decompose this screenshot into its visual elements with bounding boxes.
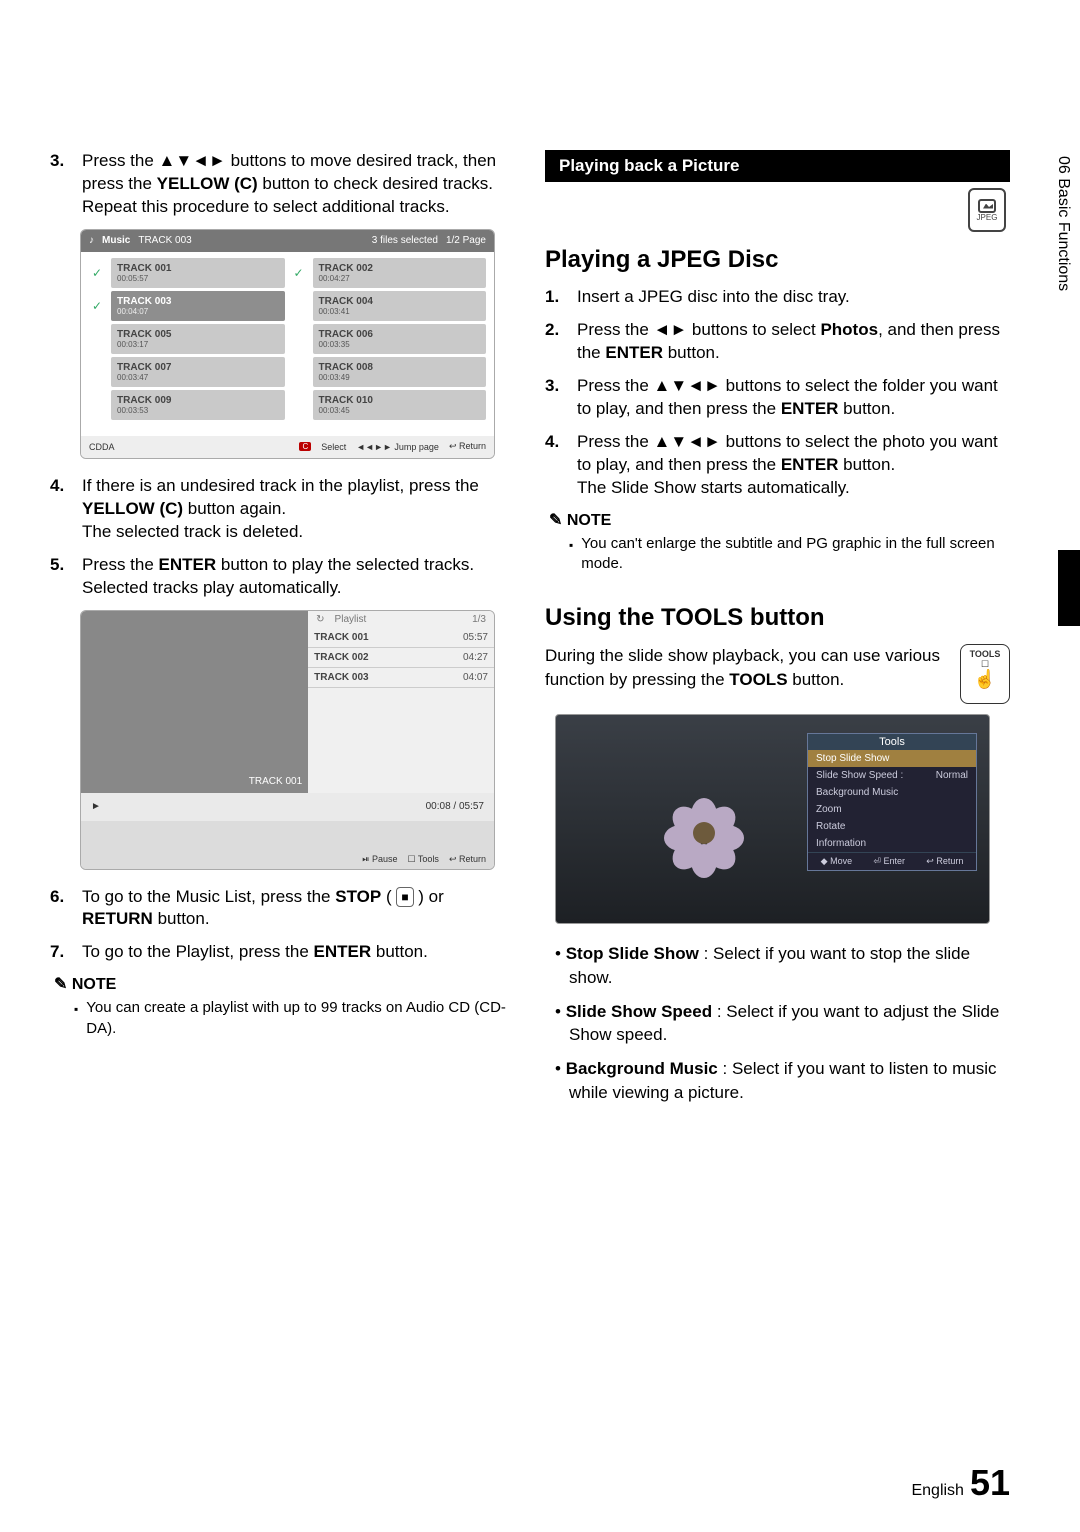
tools-menu-screenshot: Tools Stop Slide Show Slide Show Speed :… bbox=[555, 714, 990, 924]
track-row: TRACK 00500:03:17 bbox=[111, 324, 285, 354]
jpeg-step-3: 3.Press the ▲▼◄► buttons to select the f… bbox=[545, 375, 1010, 421]
playlist-label: Playlist bbox=[335, 614, 367, 625]
track-row: TRACK 00400:03:41 bbox=[313, 291, 487, 321]
note-heading: NOTE bbox=[54, 974, 515, 994]
step-num: 3. bbox=[50, 150, 74, 219]
step-3: 3. Press the ▲▼◄► buttons to move desire… bbox=[50, 150, 515, 219]
playlist-row: TRACK 00304:07 bbox=[308, 668, 494, 688]
disc-type: CDDA bbox=[89, 442, 115, 452]
tools-menu-item: Zoom bbox=[808, 801, 976, 818]
check-icon: ✓ bbox=[89, 258, 105, 288]
tools-popup: Tools Stop Slide Show Slide Show Speed :… bbox=[807, 733, 977, 871]
heading-jpeg: Playing a JPEG Disc bbox=[545, 246, 1010, 274]
dir-arrows-icon: ▲▼◄► bbox=[159, 151, 226, 170]
side-tab: 06 Basic Functions bbox=[1046, 150, 1080, 410]
return-hint: ↩ Return bbox=[449, 854, 486, 865]
check-icon: ✓ bbox=[89, 291, 105, 321]
step-4: 4. If there is an undesired track in the… bbox=[50, 475, 515, 544]
music-list-screenshot: ♪ Music TRACK 003 3 files selected 1/2 P… bbox=[80, 229, 495, 459]
step-6: 6. To go to the Music List, press the ST… bbox=[50, 886, 515, 932]
move-hint: ◆ Move bbox=[821, 856, 852, 867]
return-hint: ↩ Return bbox=[926, 856, 963, 867]
now-playing-label: TRACK 001 bbox=[87, 776, 302, 787]
bullet-item: Background Music : Select if you want to… bbox=[555, 1057, 1010, 1105]
page-indicator: 1/2 Page bbox=[446, 235, 486, 246]
note-item: You can't enlarge the subtitle and PG gr… bbox=[569, 534, 1010, 575]
track-row: TRACK 00800:03:49 bbox=[313, 357, 487, 387]
current-track: TRACK 003 bbox=[138, 235, 191, 246]
page-footer: English51 bbox=[911, 1462, 1010, 1504]
stop-icon: ■ bbox=[396, 887, 413, 907]
dir-arrows-icon: ▲▼◄► bbox=[654, 432, 721, 451]
jpeg-step-1: 1.Insert a JPEG disc into the disc tray. bbox=[545, 286, 1010, 309]
playlist-row: TRACK 00204:27 bbox=[308, 648, 494, 668]
track-row: TRACK 00100:05:57 bbox=[111, 258, 285, 288]
files-selected: 3 files selected bbox=[372, 235, 438, 246]
track-row: TRACK 00600:03:35 bbox=[313, 324, 487, 354]
music-label: Music bbox=[102, 235, 130, 246]
heading-tools: Using the TOOLS button bbox=[545, 604, 1010, 632]
tools-menu-item: Slide Show Speed :Normal bbox=[808, 767, 976, 784]
page-number: 51 bbox=[970, 1462, 1010, 1503]
bullet-item: Slide Show Speed : Select if you want to… bbox=[555, 1000, 1010, 1048]
tools-menu-item: Background Music bbox=[808, 784, 976, 801]
tools-popup-title: Tools bbox=[808, 734, 976, 750]
time-indicator: 00:08 / 05:57 bbox=[426, 801, 484, 812]
tools-menu-item: Information bbox=[808, 835, 976, 852]
section-banner: Playing back a Picture bbox=[545, 150, 1010, 182]
jpeg-disc-icon: JPEG bbox=[968, 188, 1006, 232]
note-item: You can create a playlist with up to 99 … bbox=[74, 998, 515, 1039]
note-heading: NOTE bbox=[549, 510, 1010, 530]
play-icon: ► bbox=[91, 801, 101, 812]
tools-paragraph: During the slide show playback, you can … bbox=[545, 644, 1010, 692]
tools-menu-item: Rotate bbox=[808, 818, 976, 835]
left-column: 3. Press the ▲▼◄► buttons to move desire… bbox=[50, 150, 515, 1115]
playlist-row: TRACK 00105:57 bbox=[308, 628, 494, 648]
return-hint: ↩ Return bbox=[449, 441, 486, 452]
c-button-icon: C bbox=[299, 442, 311, 451]
tools-menu-item: Stop Slide Show bbox=[808, 750, 976, 767]
dir-arrows-icon: ▲▼◄► bbox=[654, 376, 721, 395]
track-row: TRACK 01000:03:45 bbox=[313, 390, 487, 420]
side-bump bbox=[1058, 550, 1080, 626]
step-5: 5. Press the ENTER button to play the se… bbox=[50, 554, 515, 600]
repeat-icon: ↻ bbox=[316, 614, 324, 625]
right-column: Playing back a Picture JPEG Playing a JP… bbox=[545, 150, 1010, 1115]
track-row: TRACK 00200:04:27 bbox=[313, 258, 487, 288]
jpeg-step-2: 2.Press the ◄► buttons to select Photos,… bbox=[545, 319, 1010, 365]
track-row: TRACK 00700:03:47 bbox=[111, 357, 285, 387]
step-7: 7. To go to the Playlist, press the ENTE… bbox=[50, 941, 515, 964]
hand-icon: ☝ bbox=[963, 670, 1007, 688]
flower-image bbox=[669, 798, 739, 868]
music-icon: ♪ bbox=[89, 235, 94, 246]
pause-hint: ⏯ Pause bbox=[362, 854, 397, 865]
jpeg-step-4: 4.Press the ▲▼◄► buttons to select the p… bbox=[545, 431, 1010, 500]
lr-arrows-icon: ◄► bbox=[654, 320, 688, 339]
bullet-item: Stop Slide Show : Select if you want to … bbox=[555, 942, 1010, 990]
track-row: TRACK 00900:03:53 bbox=[111, 390, 285, 420]
track-row: TRACK 00300:04:07 bbox=[111, 291, 285, 321]
enter-hint: ⏎ Enter bbox=[873, 856, 905, 867]
playlist-screenshot: TRACK 001 ↻ Playlist 1/3 TRACK 00105:57 TR… bbox=[80, 610, 495, 870]
check-icon: ✓ bbox=[291, 258, 307, 288]
tools-hint: ☐ Tools bbox=[408, 854, 439, 865]
tools-button-icon: TOOLS ☐ ☝ bbox=[960, 644, 1010, 704]
jump-page-hint: ◄◄►► Jump page bbox=[356, 442, 439, 452]
playlist-page: 1/3 bbox=[472, 614, 486, 625]
